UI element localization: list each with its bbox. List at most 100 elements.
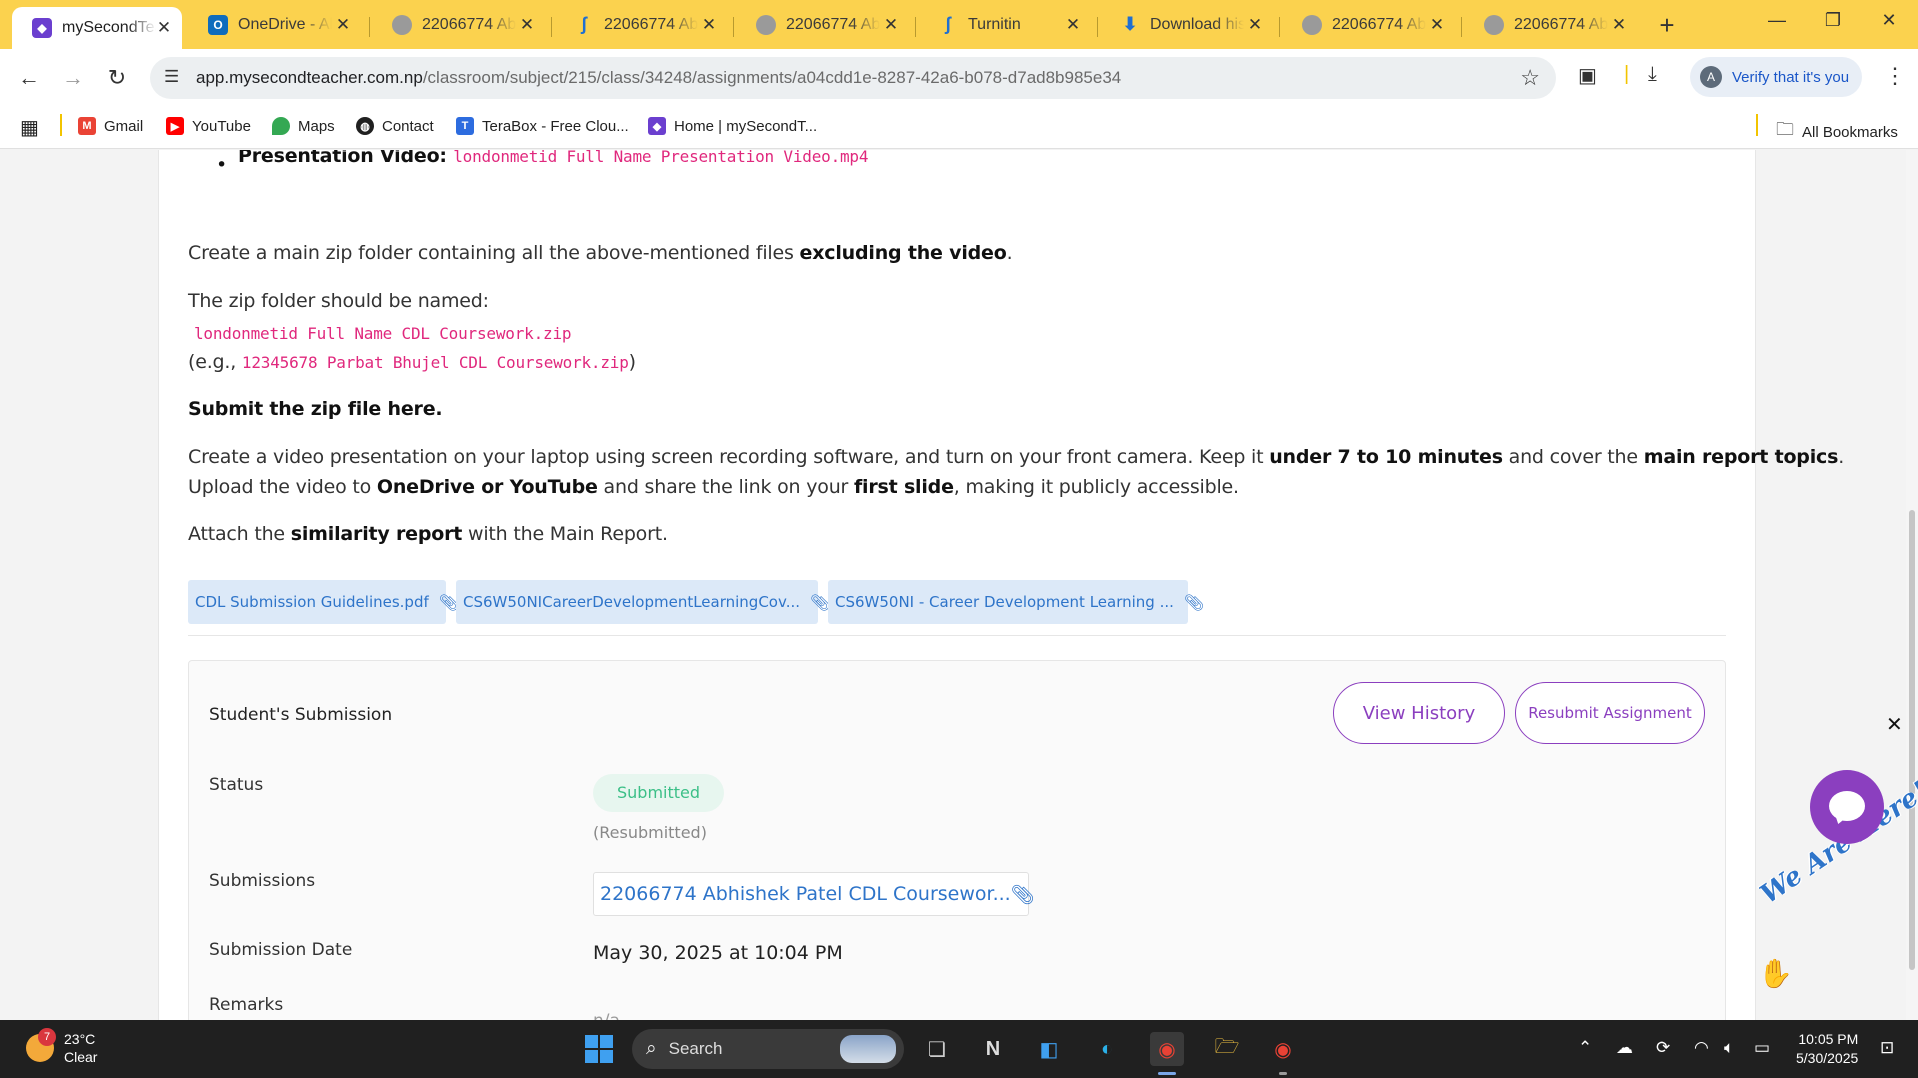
bookmark-terabox[interactable]: T TeraBox - Free Clou... — [456, 117, 629, 135]
address-bar[interactable]: ☰ app.mysecondteacher.com.np/classroom/s… — [150, 57, 1556, 99]
apps-grid-icon[interactable]: ▦ — [20, 115, 39, 140]
windows-taskbar: 7 23°C Clear ⌕ Search ❏ N ◧ ◐ ◉ 🗁 ◉ ⌃ ☁ ⟳… — [0, 1020, 1918, 1078]
bookmark-contact[interactable]: ◍ Contact — [356, 117, 434, 135]
restore-icon[interactable]: ❐ — [1818, 10, 1848, 31]
tab-separator — [1461, 17, 1462, 37]
google-lens-icon[interactable]: ▣ — [1578, 63, 1597, 88]
youtube-icon: ▶ — [166, 117, 184, 135]
wifi-icon[interactable]: ◠ — [1694, 1038, 1709, 1058]
start-button[interactable] — [582, 1032, 616, 1066]
taskbar-search[interactable]: ⌕ Search — [632, 1029, 904, 1069]
bookmark-gmail[interactable]: M Gmail — [78, 117, 143, 135]
sync-icon[interactable]: ⟳ — [1656, 1038, 1670, 1058]
tab-strip: ◆ mySecondTeacher ✕ O OneDrive - Abhishe… — [0, 0, 1918, 49]
tab-turnitin-report-1[interactable]: 22066774 Abhishek ✕ — [372, 7, 547, 42]
temperature: 23°C — [64, 1031, 96, 1047]
onedrive-offline-icon[interactable]: ☁ — [1616, 1038, 1633, 1058]
search-highlight-image — [840, 1035, 896, 1063]
tab-separator — [551, 17, 552, 37]
attachment-cdl[interactable]: CS6W50NI - Career Development Learning .… — [828, 580, 1204, 624]
file-explorer-icon[interactable]: 🗁 — [1210, 1032, 1244, 1066]
running-indicator — [1158, 1072, 1176, 1075]
video-instruction-line2: Upload the video to OneDrive or YouTube … — [188, 476, 1239, 498]
close-tab-icon[interactable]: ✕ — [1063, 15, 1083, 35]
attachment-guidelines[interactable]: CDL Submission Guidelines.pdf 📎︎ — [188, 580, 459, 624]
tab-mysecondteacher[interactable]: ◆ mySecondTeacher ✕ — [12, 7, 182, 49]
task-view-icon[interactable]: ❏ — [920, 1032, 954, 1066]
minimize-icon[interactable]: — — [1762, 10, 1792, 31]
bullet-dot: • — [216, 154, 228, 176]
reload-icon[interactable]: ↻ — [102, 63, 132, 93]
downloads-icon[interactable]: ⤓ — [1648, 63, 1657, 86]
edge-icon[interactable]: ◐ — [1090, 1032, 1124, 1066]
new-tab-button[interactable]: + — [1652, 10, 1682, 41]
verify-label: Verify that it's you — [1732, 68, 1850, 86]
close-tab-icon[interactable]: ✕ — [156, 18, 172, 38]
url-text[interactable]: app.mysecondteacher.com.np/classroom/sub… — [196, 68, 1121, 88]
more-menu-icon[interactable]: ⋮ — [1884, 63, 1906, 89]
close-tab-icon[interactable]: ✕ — [1245, 15, 1265, 35]
bookmark-star-icon[interactable]: ☆ — [1520, 65, 1540, 91]
weather-moon-icon: 7 — [26, 1028, 56, 1062]
mst-logo-icon: ◆ — [648, 117, 666, 135]
volume-icon[interactable]: 🔈︎ — [1724, 1038, 1734, 1058]
close-tab-icon[interactable]: ✕ — [1609, 15, 1629, 35]
tab-separator — [1097, 17, 1098, 37]
notifications-icon[interactable]: ⊡ — [1880, 1038, 1894, 1058]
tab-download-history[interactable]: ⬇ Download history ✕ — [1100, 7, 1275, 42]
all-bookmarks[interactable]: 🗀 All Bookmarks — [1776, 117, 1898, 147]
close-tab-icon[interactable]: ✕ — [333, 15, 353, 35]
tab-onedrive[interactable]: O OneDrive - Abhishek ✕ — [188, 7, 363, 42]
close-tab-icon[interactable]: ✕ — [881, 15, 901, 35]
remarks-label: Remarks — [209, 995, 284, 1015]
clock-time: 10:05 PM — [1798, 1031, 1859, 1047]
submissions-label: Submissions — [209, 871, 316, 891]
zip-name-example: (e.g., 12345678 Parbat Bhujel CDL Course… — [188, 351, 636, 373]
chat-launcher-button[interactable] — [1810, 770, 1884, 844]
bookmarks-bar: ▦ M Gmail ▶ YouTube Maps ◍ Contact T Ter… — [0, 107, 1918, 149]
view-history-button[interactable]: View History — [1333, 682, 1505, 744]
notion-icon[interactable]: N — [976, 1032, 1010, 1066]
windows-logo-icon — [585, 1035, 613, 1063]
globe-icon — [1302, 14, 1322, 35]
tab-turnitin-report-5[interactable]: 22066774 Abhishek ✕ — [1464, 7, 1639, 42]
bookmark-maps[interactable]: Maps — [272, 117, 335, 135]
battery-icon[interactable]: ▭ — [1754, 1038, 1770, 1058]
verify-identity-button[interactable]: A Verify that it's you — [1690, 57, 1862, 97]
chat-close-icon[interactable]: ✕ — [1886, 712, 1903, 737]
scrollbar-thumb[interactable] — [1909, 510, 1915, 970]
terabox-icon: T — [456, 117, 474, 135]
tab-turnitin-report-2[interactable]: ʃ 22066774 Abhishek ✕ — [554, 7, 729, 42]
tab-turnitin[interactable]: ʃ Turnitin ✕ — [918, 7, 1093, 42]
close-tab-icon[interactable]: ✕ — [517, 15, 537, 35]
chrome-profile-icon[interactable]: ◉ — [1266, 1032, 1300, 1066]
search-icon: ⌕ — [646, 1038, 657, 1059]
maps-icon — [272, 117, 290, 135]
page-scrollbar[interactable] — [1906, 150, 1918, 1020]
resubmitted-note: (Resubmitted) — [593, 823, 707, 842]
resubmit-assignment-button[interactable]: Resubmit Assignment — [1515, 682, 1705, 744]
site-info-icon[interactable]: ☰ — [164, 67, 179, 87]
paperclip-icon: 📎︎ — [1183, 592, 1205, 612]
video-instruction-line1: Create a video presentation on your lapt… — [188, 446, 1845, 468]
attachment-cover[interactable]: CS6W50NICareerDevelopmentLearningCov... 📎… — [456, 580, 830, 624]
weather-widget[interactable]: 7 23°C Clear — [26, 1028, 97, 1066]
status-badge: Submitted — [593, 774, 725, 812]
tab-turnitin-report-4[interactable]: 22066774 Abhishek ✕ — [1282, 7, 1457, 42]
submitted-file-link[interactable]: 22066774 Abhishek Patel CDL Coursewor...… — [593, 872, 1035, 916]
toolbar-separator: | — [1624, 63, 1630, 85]
close-tab-icon[interactable]: ✕ — [1427, 15, 1447, 35]
bookmark-youtube[interactable]: ▶ YouTube — [166, 117, 251, 135]
chrome-icon[interactable]: ◉ — [1150, 1032, 1184, 1066]
close-tab-icon[interactable]: ✕ — [699, 15, 719, 35]
tab-turnitin-report-3[interactable]: 22066774 Abhishek ✕ — [736, 7, 911, 42]
close-window-icon[interactable]: ✕ — [1874, 10, 1904, 31]
tab-separator — [915, 17, 916, 37]
bookmark-home-mysecondteacher[interactable]: ◆ Home | mySecondT... — [648, 117, 817, 135]
vscode-icon[interactable]: ◧ — [1032, 1032, 1066, 1066]
show-hidden-icons[interactable]: ⌃ — [1578, 1038, 1592, 1058]
system-clock[interactable]: 10:05 PM 5/30/2025 — [1796, 1030, 1858, 1068]
back-icon[interactable]: ← — [14, 63, 44, 93]
download-icon: ⬇ — [1122, 14, 1138, 34]
forward-icon[interactable]: → — [58, 63, 88, 93]
